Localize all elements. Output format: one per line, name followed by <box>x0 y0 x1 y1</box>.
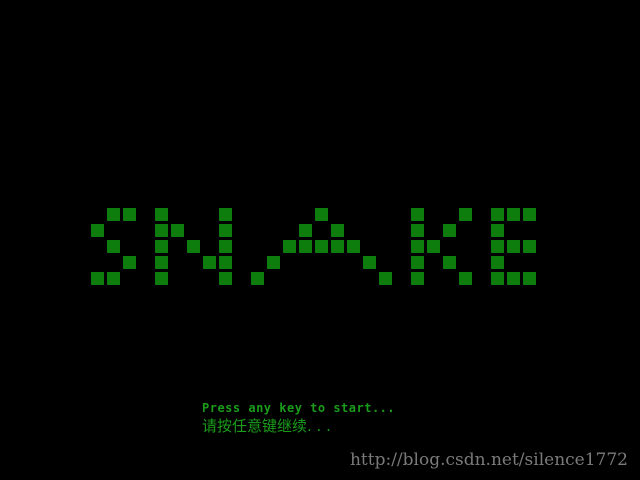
logo-block <box>315 208 328 221</box>
blog-watermark: http://blog.csdn.net/silence1772 <box>349 450 628 470</box>
logo-block <box>107 208 120 221</box>
logo-block <box>411 208 424 221</box>
logo-block <box>123 256 136 269</box>
logo-block <box>155 208 168 221</box>
logo-block <box>363 256 376 269</box>
logo-block <box>299 224 312 237</box>
logo-block <box>443 224 456 237</box>
logo-block <box>507 240 520 253</box>
logo-block <box>171 224 184 237</box>
logo-block <box>491 240 504 253</box>
logo-block <box>491 208 504 221</box>
logo-block <box>155 224 168 237</box>
logo-block <box>347 240 360 253</box>
logo-block <box>491 224 504 237</box>
logo-block <box>315 240 328 253</box>
logo-block <box>107 272 120 285</box>
logo-block <box>379 272 392 285</box>
logo-block <box>267 256 280 269</box>
logo-block <box>491 272 504 285</box>
logo-block <box>523 208 536 221</box>
logo-block <box>219 256 232 269</box>
logo-block <box>523 272 536 285</box>
logo-block <box>251 272 264 285</box>
logo-block <box>155 240 168 253</box>
logo-block <box>459 208 472 221</box>
logo-block <box>203 256 216 269</box>
logo-block <box>155 272 168 285</box>
logo-block <box>219 208 232 221</box>
logo-block <box>187 240 200 253</box>
logo-block <box>459 272 472 285</box>
press-any-key-prompt: Press any key to start... <box>202 401 396 415</box>
press-any-key-prompt-chinese: 请按任意键继续. . . <box>202 417 331 435</box>
logo-block <box>155 256 168 269</box>
logo-block <box>491 256 504 269</box>
logo-block <box>219 240 232 253</box>
logo-block <box>427 240 440 253</box>
logo-block <box>507 208 520 221</box>
logo-block <box>331 224 344 237</box>
logo-block <box>523 240 536 253</box>
logo-block <box>107 240 120 253</box>
logo-block <box>507 272 520 285</box>
logo-block <box>411 240 424 253</box>
logo-block <box>123 208 136 221</box>
logo-block <box>299 240 312 253</box>
logo-block <box>91 224 104 237</box>
logo-block <box>443 256 456 269</box>
logo-block <box>411 224 424 237</box>
logo-block <box>411 256 424 269</box>
logo-block <box>283 240 296 253</box>
logo-block <box>331 240 344 253</box>
logo-block <box>219 272 232 285</box>
logo-block <box>91 272 104 285</box>
logo-block <box>411 272 424 285</box>
logo-block <box>219 224 232 237</box>
